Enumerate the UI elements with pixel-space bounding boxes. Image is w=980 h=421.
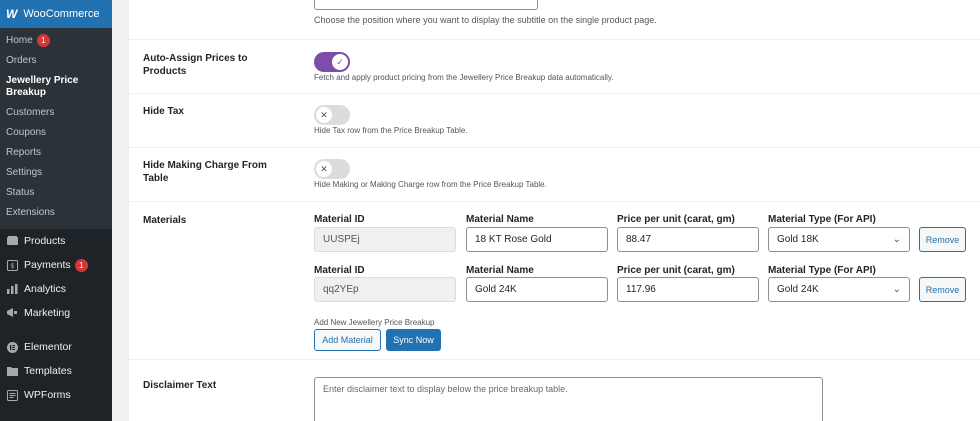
submenu-item-label: Settings bbox=[6, 167, 43, 178]
menu-item-templates[interactable]: Templates bbox=[0, 359, 112, 383]
material-type-header: Material Type (For API) bbox=[768, 265, 876, 276]
submenu-item-customers[interactable]: Customers bbox=[0, 103, 112, 123]
payments-icon: $ bbox=[6, 259, 18, 271]
submenu-item-settings[interactable]: Settings bbox=[0, 163, 112, 183]
material-id-header: Material ID bbox=[314, 265, 365, 276]
submenu-item-label: Coupons bbox=[6, 127, 47, 138]
disclaimer-label: Disclaimer Text bbox=[143, 380, 217, 391]
menu-item-products[interactable]: Products bbox=[0, 229, 112, 253]
auto-assign-label: Auto-Assign Prices to Products bbox=[143, 53, 248, 77]
materials-label: Materials bbox=[143, 215, 187, 226]
settings-panel: Choose the position where you want to di… bbox=[129, 0, 980, 421]
subtitle-position-description: Choose the position where you want to di… bbox=[314, 15, 657, 25]
price-per-unit-field[interactable]: 88.47 bbox=[617, 227, 759, 252]
templates-icon bbox=[6, 365, 18, 377]
hide-tax-toggle[interactable]: ✕ bbox=[314, 105, 350, 125]
notification-badge: 1 bbox=[36, 34, 50, 47]
hide-making-charge-description: Hide Making or Making Charge row from th… bbox=[314, 180, 547, 189]
chevron-down-icon: ⌄ bbox=[892, 284, 901, 295]
auto-assign-toggle[interactable]: ✓ bbox=[314, 52, 350, 72]
submenu-item-label: Home bbox=[6, 34, 33, 46]
menu-item-label: Marketing bbox=[24, 307, 71, 319]
notification-badge: 1 bbox=[74, 258, 88, 272]
menu-item-label: Payments bbox=[24, 259, 71, 271]
submenu-item-coupons[interactable]: Coupons bbox=[0, 123, 112, 143]
auto-assign-row: Auto-Assign Prices to Products ✓ Fetch a… bbox=[129, 40, 980, 94]
material-type-select[interactable]: Gold 24K ⌄ bbox=[768, 277, 910, 302]
main-menu: Products $ Payments 1 Analytics Marketin… bbox=[0, 229, 112, 407]
content-area: Choose the position where you want to di… bbox=[112, 0, 980, 421]
woocommerce-menu-label: WooCommerce bbox=[23, 8, 100, 20]
material-type-header: Material Type (For API) bbox=[768, 214, 876, 225]
hide-making-charge-toggle[interactable]: ✕ bbox=[314, 159, 350, 179]
submenu-item-jewellery-price-breakup[interactable]: Jewellery Price Breakup bbox=[0, 71, 112, 103]
price-per-unit-header: Price per unit (carat, gm) bbox=[617, 265, 735, 276]
menu-item-marketing[interactable]: Marketing bbox=[0, 301, 112, 325]
subtitle-position-row: Choose the position where you want to di… bbox=[129, 0, 980, 40]
sync-now-button[interactable]: Sync Now bbox=[386, 329, 441, 351]
check-icon: ✓ bbox=[332, 54, 348, 70]
material-id-field: qq2YEp bbox=[314, 277, 456, 302]
hide-making-charge-row: Hide Making Charge From Table ✕ Hide Mak… bbox=[129, 148, 980, 202]
submenu-item-reports[interactable]: Reports bbox=[0, 143, 112, 163]
submenu-item-label: Extensions bbox=[6, 207, 55, 218]
menu-item-label: Products bbox=[24, 235, 66, 247]
subtitle-position-select[interactable] bbox=[314, 0, 538, 10]
submenu-item-status[interactable]: Status bbox=[0, 183, 112, 203]
material-type-value: Gold 24K bbox=[777, 284, 819, 295]
close-icon: ✕ bbox=[316, 161, 332, 177]
svg-text:$: $ bbox=[10, 262, 14, 270]
submenu-item-extensions[interactable]: Extensions bbox=[0, 203, 112, 223]
woocommerce-menu-header[interactable]: W WooCommerce bbox=[0, 0, 112, 28]
elementor-icon bbox=[6, 341, 18, 353]
menu-item-elementor[interactable]: Elementor bbox=[0, 335, 112, 359]
submenu-item-label: Status bbox=[6, 187, 35, 198]
submenu-item-orders[interactable]: Orders bbox=[0, 51, 112, 71]
add-new-breakup-description: Add New Jewellery Price Breakup bbox=[314, 318, 435, 327]
submenu-item-label: Customers bbox=[6, 107, 55, 118]
submenu-item-label: Reports bbox=[6, 147, 42, 158]
auto-assign-description: Fetch and apply product pricing from the… bbox=[314, 73, 614, 82]
hide-tax-label: Hide Tax bbox=[143, 106, 184, 117]
material-name-header: Material Name bbox=[466, 214, 534, 225]
material-name-header: Material Name bbox=[466, 265, 534, 276]
material-id-field: UUSPEj bbox=[314, 227, 456, 252]
woocommerce-submenu: Home 1 Orders Jewellery Price Breakup Cu… bbox=[0, 28, 112, 229]
material-name-field[interactable]: Gold 24K bbox=[466, 277, 608, 302]
analytics-icon bbox=[6, 283, 18, 295]
menu-item-analytics[interactable]: Analytics bbox=[0, 277, 112, 301]
marketing-icon bbox=[6, 307, 18, 319]
menu-item-label: Templates bbox=[24, 365, 72, 377]
chevron-down-icon: ⌄ bbox=[892, 234, 901, 245]
disclaimer-textarea[interactable]: Enter disclaimer text to display below t… bbox=[314, 377, 823, 421]
submenu-item-home[interactable]: Home 1 bbox=[0, 30, 112, 51]
remove-material-button[interactable]: Remove bbox=[919, 227, 966, 252]
menu-item-label: Elementor bbox=[24, 341, 72, 353]
submenu-item-label: Jewellery Price Breakup bbox=[6, 75, 79, 98]
hide-tax-row: Hide Tax ✕ Hide Tax row from the Price B… bbox=[129, 94, 980, 148]
hide-tax-description: Hide Tax row from the Price Breakup Tabl… bbox=[314, 126, 468, 135]
material-id-header: Material ID bbox=[314, 214, 365, 225]
material-type-value: Gold 18K bbox=[777, 234, 819, 245]
price-per-unit-field[interactable]: 117.96 bbox=[617, 277, 759, 302]
add-material-button[interactable]: Add Material bbox=[314, 329, 381, 351]
material-name-field[interactable]: 18 KT Rose Gold bbox=[466, 227, 608, 252]
submenu-item-label: Orders bbox=[6, 55, 37, 66]
disclaimer-row: Disclaimer Text Enter disclaimer text to… bbox=[129, 366, 980, 421]
wpforms-icon bbox=[6, 389, 18, 401]
menu-item-label: WPForms bbox=[24, 389, 71, 401]
remove-material-button[interactable]: Remove bbox=[919, 277, 966, 302]
admin-sidebar: W WooCommerce Home 1 Orders Jewellery Pr… bbox=[0, 0, 112, 421]
menu-item-payments[interactable]: $ Payments 1 bbox=[0, 253, 112, 277]
menu-item-wpforms[interactable]: WPForms bbox=[0, 383, 112, 407]
materials-row: Materials Material ID Material Name Pric… bbox=[129, 202, 980, 360]
close-icon: ✕ bbox=[316, 107, 332, 123]
price-per-unit-header: Price per unit (carat, gm) bbox=[617, 214, 735, 225]
material-type-select[interactable]: Gold 18K ⌄ bbox=[768, 227, 910, 252]
hide-making-charge-label: Hide Making Charge From Table bbox=[143, 160, 267, 184]
menu-item-label: Analytics bbox=[24, 283, 67, 295]
woocommerce-icon: W bbox=[6, 7, 18, 21]
products-icon bbox=[6, 235, 18, 247]
